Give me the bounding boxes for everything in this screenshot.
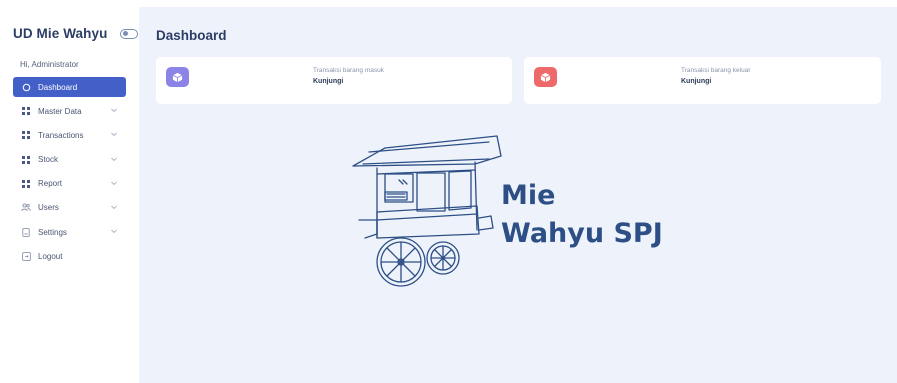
grid-icon <box>21 106 31 116</box>
chevron-down-icon <box>111 108 117 113</box>
grid-icon <box>21 130 31 140</box>
card-outgoing-transactions[interactable]: Transaksi barang keluar Kunjungi <box>524 57 881 104</box>
sidebar-menu: Dashboard Master Data Transactions Stock <box>13 77 126 271</box>
chevron-down-icon <box>111 157 117 161</box>
box-icon <box>534 67 557 87</box>
theme-toggle[interactable] <box>120 28 139 39</box>
main-content: Dashboard Transaksi barang masuk Kunjung… <box>139 7 897 383</box>
page-title: Dashboard <box>156 28 227 43</box>
chevron-down-icon <box>111 133 117 137</box>
logo-text-line2: Wahyu SPJ <box>501 218 663 249</box>
grid-icon <box>21 155 31 165</box>
sidebar-item-stock[interactable]: Stock <box>13 150 126 170</box>
card-incoming-transactions[interactable]: Transaksi barang masuk Kunjungi <box>156 57 512 104</box>
document-icon <box>21 227 31 237</box>
visit-link[interactable]: Kunjungi <box>681 78 751 85</box>
grid-icon <box>21 179 31 189</box>
circle-icon <box>21 82 31 92</box>
sidebar-item-master-data[interactable]: Master Data <box>13 101 126 121</box>
noodle-cart-illustration <box>352 135 502 287</box>
chevron-down-icon <box>111 229 117 234</box>
chevron-down-icon <box>111 181 117 185</box>
sidebar-item-dashboard[interactable]: Dashboard <box>13 77 126 97</box>
card-text: Transaksi barang keluar Kunjungi <box>681 67 751 85</box>
box-icon <box>166 67 189 87</box>
sidebar-item-label: Logout <box>38 251 63 261</box>
chevron-down-icon <box>111 205 117 210</box>
logo-text-line1: Mie <box>501 180 555 211</box>
visit-link[interactable]: Kunjungi <box>313 78 384 85</box>
brand-title: UD Mie Wahyu <box>13 26 108 41</box>
sidebar-item-label: Dashboard <box>38 82 78 92</box>
sidebar-item-settings[interactable]: Settings <box>13 222 126 242</box>
brand: UD Mie Wahyu <box>13 26 139 41</box>
user-greeting: Hi, Administrator <box>20 60 79 69</box>
sidebar-item-logout[interactable]: Logout <box>13 246 126 266</box>
sidebar: UD Mie Wahyu Hi, Administrator Dashboard… <box>0 0 139 383</box>
users-icon <box>21 203 31 213</box>
logout-icon <box>21 251 31 261</box>
sidebar-item-transactions[interactable]: Transactions <box>13 125 126 145</box>
card-label: Transaksi barang keluar <box>681 67 751 74</box>
card-text: Transaksi barang masuk Kunjungi <box>313 67 384 85</box>
card-label: Transaksi barang masuk <box>313 67 384 74</box>
sidebar-item-users[interactable]: Users <box>13 198 126 218</box>
mie-wahyu-logo: Mie Wahyu SPJ <box>352 135 663 287</box>
sidebar-item-report[interactable]: Report <box>13 174 126 194</box>
